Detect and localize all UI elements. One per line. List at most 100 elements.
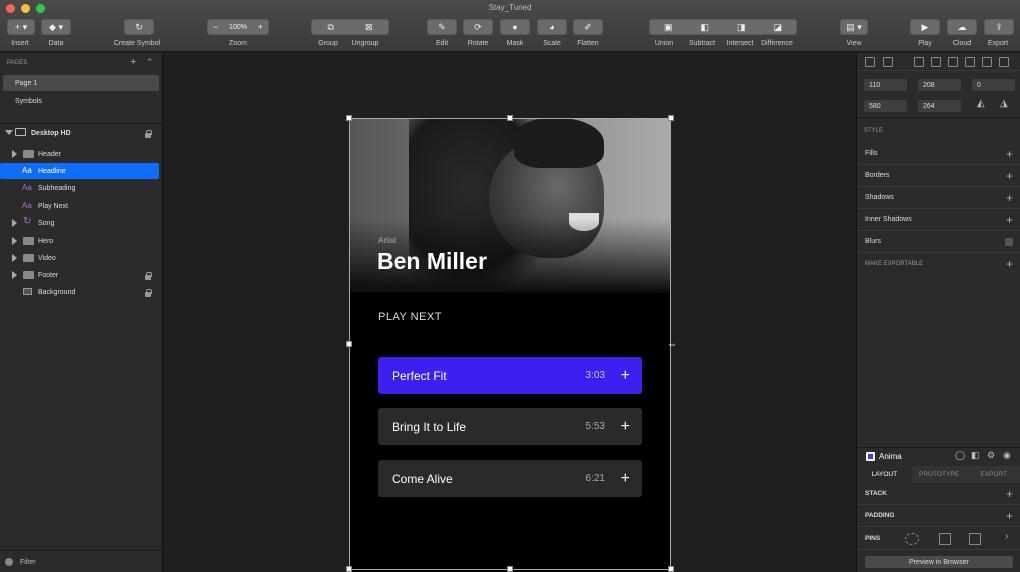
group-ungroup-buttons[interactable]: ⧉ ⊠ [311,19,389,35]
align-left-icon[interactable] [914,57,924,67]
distribute-horizontal-icon[interactable] [865,57,875,67]
rotate-button[interactable]: ⟳ [463,19,493,35]
tab-prototype[interactable]: PROTOTYPE [912,466,967,483]
subtract-icon[interactable]: ◧ [700,22,709,33]
add-inner-shadow-icon[interactable]: + [1006,213,1013,227]
difference-icon[interactable]: ◪ [773,22,782,33]
y-position-field[interactable]: 208 [918,79,961,91]
pin-horizontal-icon[interactable] [969,533,981,545]
rotation-field[interactable]: 0 [972,79,1015,91]
disclosure-closed-icon[interactable] [12,219,17,227]
add-page-icon[interactable]: + [130,56,136,68]
create-symbol-button[interactable]: ↻ [124,19,154,35]
lock-icon[interactable] [145,289,152,297]
group-icon[interactable]: ⧉ [328,22,334,33]
layer-header[interactable]: Header [0,146,163,162]
song-row-bring-it-to-life[interactable]: Bring It to Life 5:53 + [378,408,642,445]
pin-vertical-icon[interactable] [939,533,951,545]
data-button[interactable]: ◆ ▾ [41,19,71,35]
zoom-control[interactable]: − 100% + [207,19,269,35]
layer-headline[interactable]: Aa Headline [0,163,159,179]
flip-vertical-icon[interactable]: ◮ [1000,98,1008,109]
resize-handle-top-left[interactable] [346,115,352,121]
filter-input[interactable]: Filter [20,559,36,566]
zoom-in-icon[interactable]: + [258,22,263,32]
layer-artboard-desktop-hd[interactable]: Desktop HD [0,125,163,141]
distribute-vertical-icon[interactable] [883,57,893,67]
export-button[interactable]: ⇪ [984,19,1014,35]
flatten-button[interactable]: ✐ [573,19,603,35]
lock-icon[interactable] [145,130,152,138]
add-song-icon[interactable]: + [621,418,630,436]
cloud-button[interactable]: ☁ [947,19,977,35]
layer-subheading[interactable]: Aa Subheading [0,180,163,196]
align-bottom-icon[interactable] [999,57,1009,67]
add-stack-icon[interactable]: + [1006,487,1013,501]
disclosure-closed-icon[interactable] [12,254,17,262]
resize-handle-bottom[interactable] [507,566,513,572]
ungroup-icon[interactable]: ⊠ [365,22,373,33]
scale-button[interactable]: ◕ [537,19,567,35]
union-icon[interactable]: ▣ [664,22,673,33]
tab-layout[interactable]: LAYOUT [857,466,912,483]
lock-icon[interactable] [145,272,152,280]
width-field[interactable]: 580 [864,100,907,112]
layer-play-next[interactable]: Aa Play Next [0,198,163,214]
zoom-out-icon[interactable]: − [213,22,218,32]
settings-gear-icon[interactable]: ⚙ [987,450,995,461]
edit-button[interactable]: ✎ [427,19,457,35]
insert-button[interactable]: + ▾ [7,19,35,35]
add-fill-icon[interactable]: + [1006,147,1013,161]
resize-handle-top-right[interactable] [668,115,674,121]
disclosure-closed-icon[interactable] [12,271,17,279]
add-song-icon[interactable]: + [621,367,630,385]
song-row-come-alive[interactable]: Come Alive 6:21 + [378,460,642,497]
page-item-symbols[interactable]: Symbols [0,93,163,109]
align-top-icon[interactable] [965,57,975,67]
panel-toggle-icon[interactable]: ◧ [971,450,980,461]
preview-in-browser-button[interactable]: Preview in Browser [865,556,1013,568]
headline[interactable]: Ben Miller [377,248,487,275]
compass-icon[interactable]: ◉ [1003,450,1011,461]
x-position-field[interactable]: 110 [864,79,907,91]
fills-row[interactable]: Fills + [857,143,1020,165]
borders-row[interactable]: Borders + [857,165,1020,187]
add-song-icon[interactable]: + [621,470,630,488]
layer-footer[interactable]: Footer [0,267,163,283]
pins-row[interactable]: PINS › [857,528,1020,550]
stack-row[interactable]: STACK + [857,483,1020,505]
add-padding-icon[interactable]: + [1006,509,1013,523]
play-button[interactable]: ▶ [910,19,940,35]
mask-button[interactable]: ● [500,19,530,35]
blur-checkbox[interactable] [1005,238,1013,246]
disclosure-closed-icon[interactable] [12,150,17,158]
song-row-perfect-fit[interactable]: Perfect Fit 3:03 + [378,357,642,394]
align-center-icon[interactable] [931,57,941,67]
layer-hero[interactable]: Hero [0,233,163,249]
layer-song[interactable]: ↻ Song [0,215,163,231]
add-shadow-icon[interactable]: + [1006,191,1013,205]
resize-handle-bottom-left[interactable] [346,566,352,572]
flip-horizontal-icon[interactable]: ◭ [977,98,985,109]
intersect-icon[interactable]: ◨ [737,22,746,33]
inner-shadows-row[interactable]: Inner Shadows + [857,209,1020,231]
chevron-right-icon[interactable]: › [1005,531,1008,542]
layer-video[interactable]: Video [0,250,163,266]
disclosure-open-icon[interactable] [5,130,13,135]
padding-row[interactable]: PADDING + [857,505,1020,527]
add-export-icon[interactable]: + [1006,257,1013,271]
layer-background[interactable]: Background [0,284,163,300]
resize-handle-left[interactable] [346,341,352,347]
resize-handle-bottom-right[interactable] [668,566,674,572]
view-button[interactable]: ▤ ▾ [840,19,868,35]
height-field[interactable]: 264 [918,100,961,112]
make-exportable-row[interactable]: MAKE EXPORTABLE + [857,253,1020,275]
tab-export[interactable]: EXPORT [966,466,1020,483]
pin-center-icon[interactable] [905,533,919,545]
shadows-row[interactable]: Shadows + [857,187,1020,209]
filter-icon[interactable] [5,558,13,566]
resize-handle-top[interactable] [507,115,513,121]
add-border-icon[interactable]: + [1006,169,1013,183]
disclosure-closed-icon[interactable] [12,237,17,245]
page-item-page-1[interactable]: Page 1 [3,75,159,91]
